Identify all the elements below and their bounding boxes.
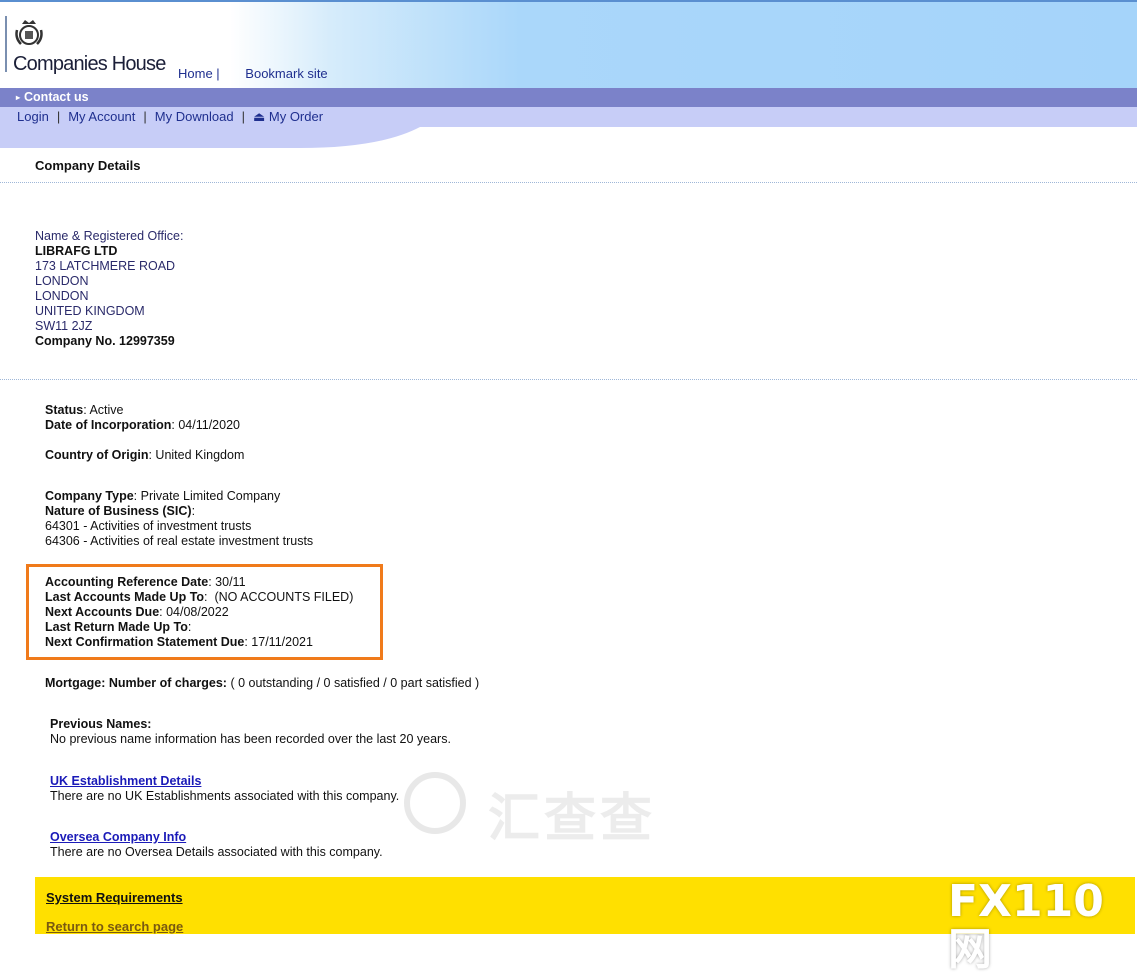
mortgage-label: Mortgage: Number of charges: bbox=[45, 676, 227, 690]
last-accounts-label: Last Accounts Made Up To bbox=[45, 590, 205, 604]
uk-establishment-text: There are no UK Establishments associate… bbox=[50, 789, 400, 803]
company-type-value: : Private Limited Company bbox=[133, 489, 281, 503]
previous-names-label: Previous Names: bbox=[50, 717, 152, 731]
last-return-value: : bbox=[187, 620, 192, 634]
bookmark-link[interactable]: Bookmark site bbox=[245, 66, 327, 81]
next-conf-label: Next Confirmation Statement Due bbox=[45, 635, 245, 649]
logo-text[interactable]: Companies House bbox=[13, 53, 166, 76]
oversea-section: Oversea Company Info There are no Overse… bbox=[50, 830, 383, 860]
page-title: Company Details bbox=[35, 158, 141, 173]
origin-label: Country of Origin bbox=[45, 448, 149, 462]
divider bbox=[0, 182, 1137, 183]
oversea-text: There are no Oversea Details associated … bbox=[50, 845, 383, 859]
sic-item: 64301 - Activities of investment trusts bbox=[45, 519, 252, 533]
brand-watermark: FX110网 bbox=[948, 876, 1104, 975]
nature-label: Nature of Business (SIC) bbox=[45, 504, 192, 518]
address-line: UNITED KINGDOM bbox=[35, 304, 145, 318]
arrow-right-icon: ▸ bbox=[16, 92, 21, 102]
last-accounts-value: : (NO ACCOUNTS FILED) bbox=[204, 590, 354, 604]
previous-names-section: Previous Names: No previous name informa… bbox=[50, 717, 451, 747]
status-label: Status bbox=[45, 403, 84, 417]
watermark-search-icon bbox=[404, 772, 466, 834]
logo-divider bbox=[5, 16, 7, 72]
origin-value: : United Kingdom bbox=[148, 448, 245, 462]
address-line: 173 LATCHMERE ROAD bbox=[35, 259, 176, 273]
origin-section: Country of Origin: United Kingdom bbox=[45, 448, 244, 463]
top-nav: Home | Bookmark site bbox=[178, 66, 350, 81]
contact-bar: ▸ Contact us bbox=[0, 88, 1137, 107]
previous-names-text: No previous name information has been re… bbox=[50, 732, 451, 746]
site-header: Companies House Home | Bookmark site bbox=[0, 0, 1137, 88]
uk-establishment-link[interactable]: UK Establishment Details bbox=[50, 774, 201, 788]
company-type-label: Company Type bbox=[45, 489, 134, 503]
ref-date-value: : 30/11 bbox=[208, 575, 246, 589]
login-link[interactable]: Login bbox=[17, 109, 49, 124]
my-account-link[interactable]: My Account bbox=[68, 109, 135, 124]
address-line: SW11 2JZ bbox=[35, 319, 93, 333]
divider bbox=[0, 379, 1137, 380]
status-value: : Active bbox=[83, 403, 124, 417]
watermark-center: 汇查查 bbox=[488, 790, 657, 848]
incorporation-value: : 04/11/2020 bbox=[171, 418, 240, 432]
company-number-label: Company No. bbox=[35, 334, 116, 348]
next-accounts-label: Next Accounts Due bbox=[45, 605, 160, 619]
nav-separator: | bbox=[143, 109, 147, 124]
last-return-label: Last Return Made Up To bbox=[45, 620, 188, 634]
nav-separator: | bbox=[241, 109, 245, 124]
registered-office: Name & Registered Office: LIBRAFG LTD 17… bbox=[35, 229, 183, 349]
my-order-link[interactable]: My Order bbox=[269, 109, 323, 124]
contact-us-link[interactable]: Contact us bbox=[24, 90, 89, 104]
uk-establishment-section: UK Establishment Details There are no UK… bbox=[50, 774, 399, 804]
address-line: LONDON bbox=[35, 274, 89, 288]
system-requirements-link[interactable]: System Requirements bbox=[46, 890, 183, 905]
company-number: Company No. 12997359 bbox=[35, 334, 183, 349]
account-nav: Login | My Account | My Download | ⏏ My Order bbox=[17, 109, 323, 125]
royal-crest-icon bbox=[12, 16, 46, 53]
ref-date-label: Accounting Reference Date bbox=[45, 575, 209, 589]
accounts-section: Accounting Reference Date: 30/11 Last Ac… bbox=[45, 575, 353, 650]
type-section: Company Type: Private Limited Company Na… bbox=[45, 489, 313, 549]
name-label: Name & Registered Office: bbox=[35, 229, 184, 243]
mortgage-section: Mortgage: Number of charges: ( 0 outstan… bbox=[45, 676, 479, 691]
sic-item: 64306 - Activities of real estate invest… bbox=[45, 534, 314, 548]
next-accounts-value: : 04/08/2022 bbox=[159, 605, 229, 619]
return-search-link[interactable]: Return to search page bbox=[46, 919, 183, 934]
company-name: LIBRAFG LTD bbox=[35, 244, 118, 258]
home-link[interactable]: Home | bbox=[178, 66, 220, 81]
oversea-link[interactable]: Oversea Company Info bbox=[50, 830, 186, 844]
company-number-value: 12997359 bbox=[119, 334, 175, 348]
my-download-link[interactable]: My Download bbox=[155, 109, 234, 124]
incorporation-label: Date of Incorporation bbox=[45, 418, 172, 432]
address-line: LONDON bbox=[35, 289, 89, 303]
status-section: Status: Active Date of Incorporation: 04… bbox=[45, 403, 240, 433]
basket-icon: ⏏ bbox=[252, 109, 266, 124]
nature-suffix: : bbox=[191, 504, 196, 518]
mortgage-value: ( 0 outstanding / 0 satisfied / 0 part s… bbox=[226, 676, 480, 690]
next-conf-value: : 17/11/2021 bbox=[244, 635, 313, 649]
nav-separator: | bbox=[56, 109, 61, 124]
header-curve bbox=[0, 127, 1137, 151]
